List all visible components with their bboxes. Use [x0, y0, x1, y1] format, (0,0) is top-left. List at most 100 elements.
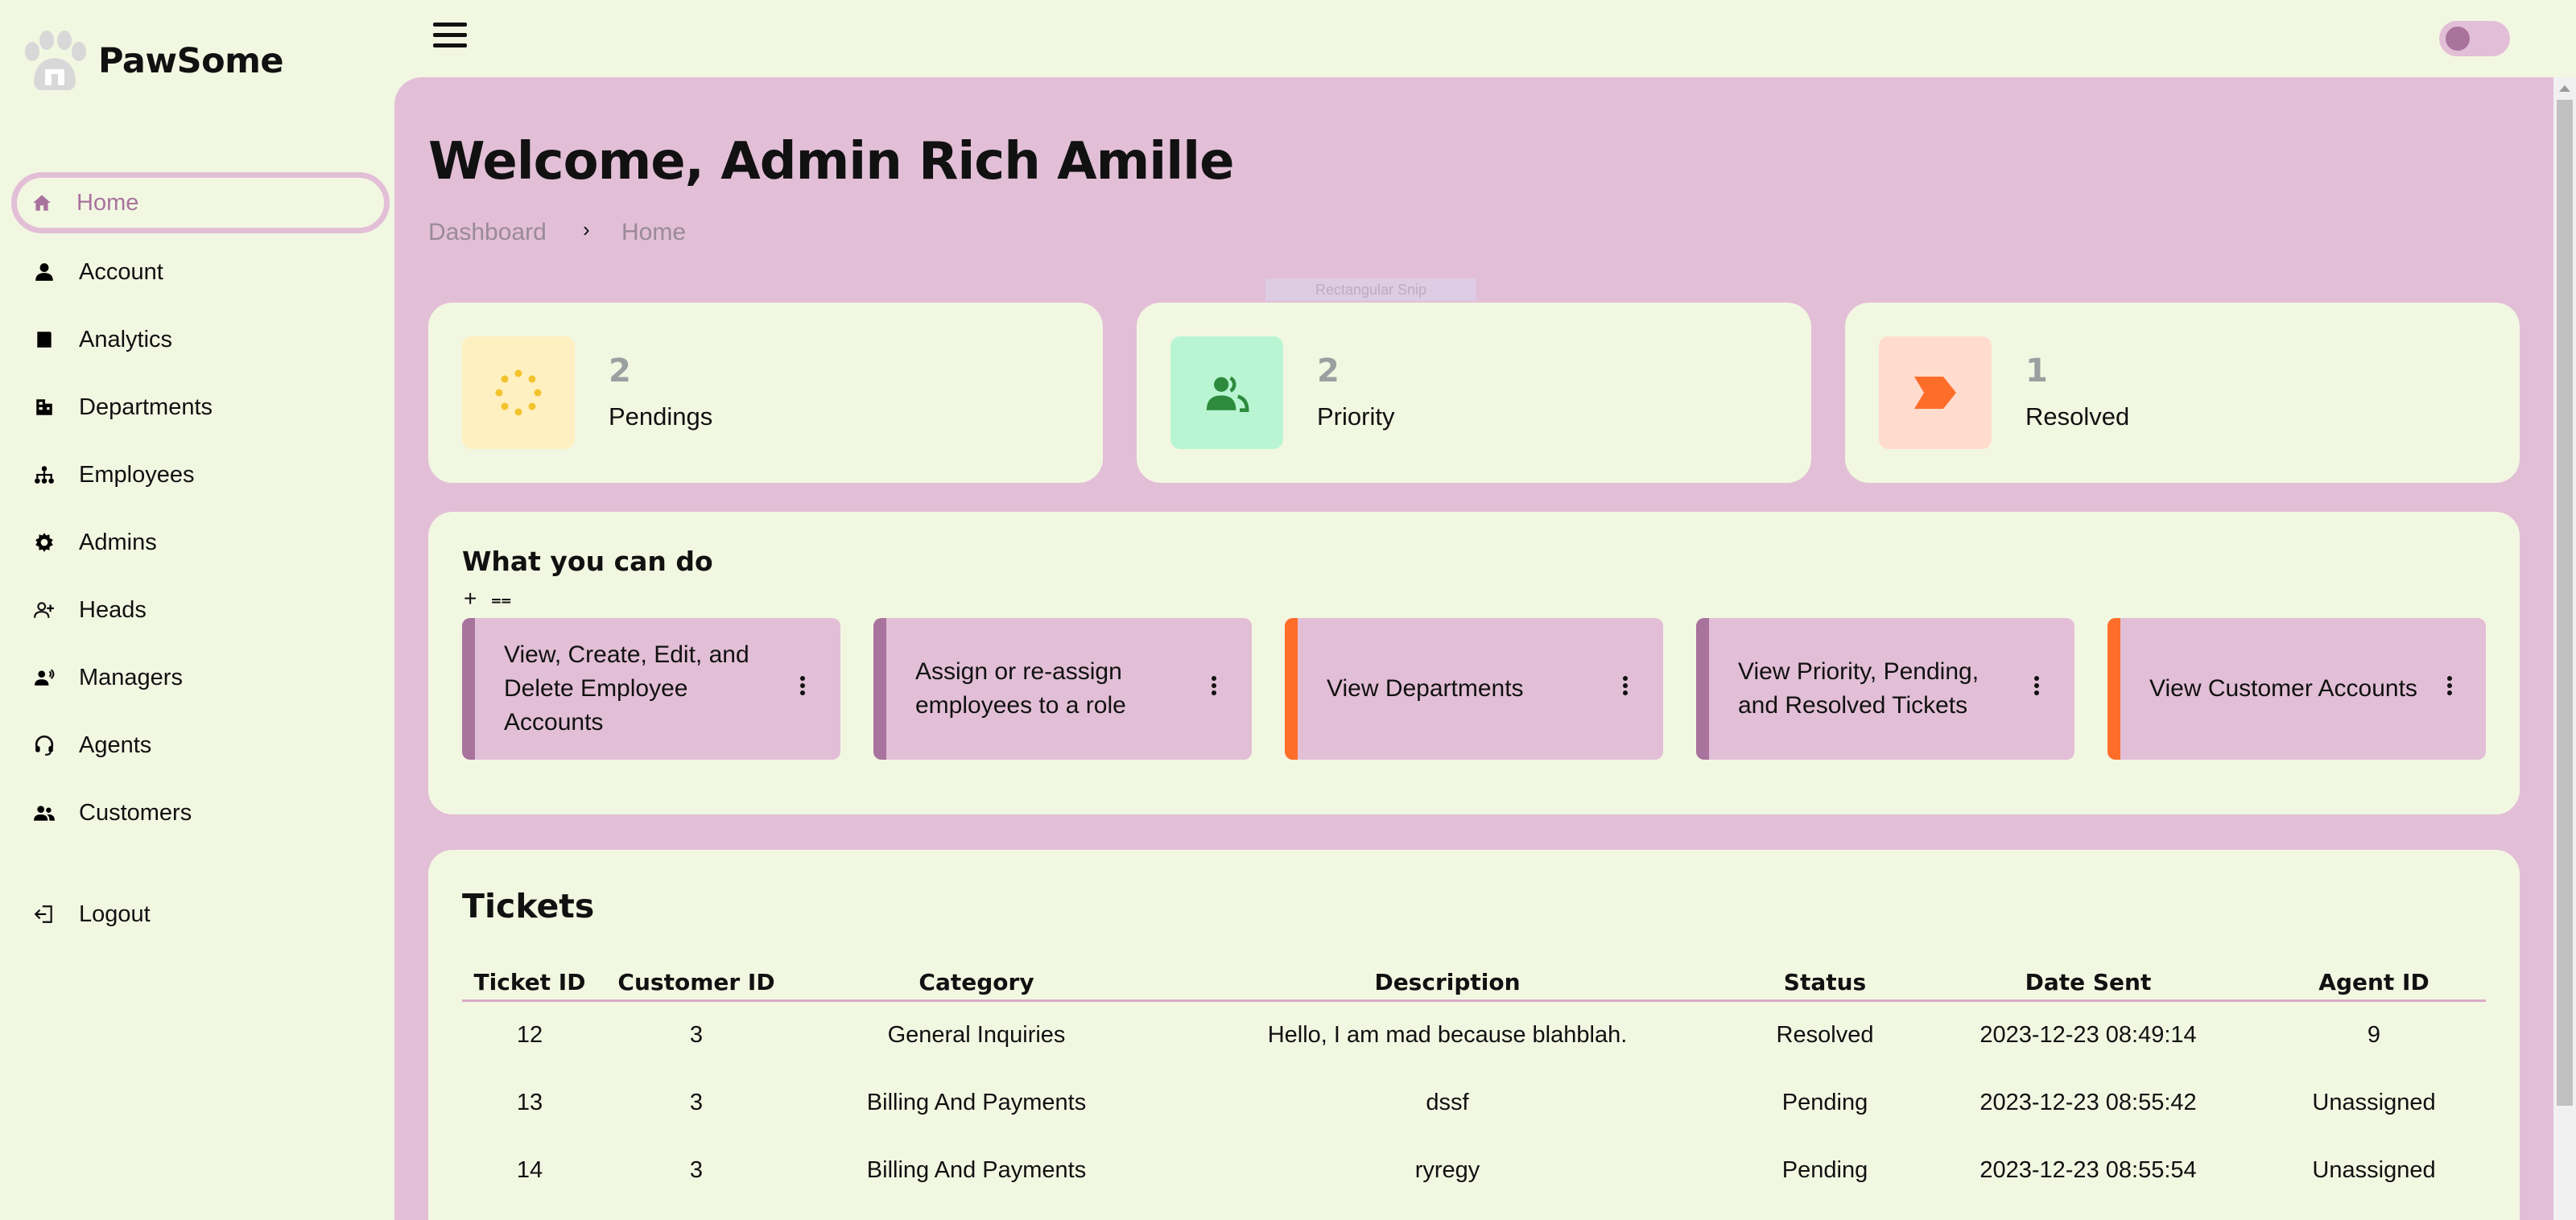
- hamburger-icon: [433, 23, 467, 27]
- action-label: View Priority, Pending, and Resolved Tic…: [1738, 658, 1979, 719]
- scroll-up-icon[interactable]: [2559, 85, 2570, 92]
- sidebar-item-managers[interactable]: Managers: [19, 649, 183, 707]
- add-icon[interactable]: +: [464, 587, 477, 610]
- action-view-departments[interactable]: View Departments: [1285, 618, 1663, 760]
- building-icon: [31, 394, 58, 421]
- stat-card-priority: 2 Priority: [1137, 303, 1811, 483]
- sidebar-item-label: Logout: [79, 901, 151, 927]
- column-header[interactable]: Ticket ID: [474, 969, 586, 995]
- stat-card-pendings: 2 Pendings: [428, 303, 1103, 483]
- sidebar-item-home[interactable]: Home: [11, 172, 390, 233]
- stat-card-resolved: 1 Resolved: [1845, 303, 2520, 483]
- person-add-icon: [31, 596, 58, 624]
- menu-toggle-button[interactable]: [433, 23, 467, 50]
- more-vert-icon[interactable]: [1212, 676, 1216, 698]
- breadcrumb-dashboard[interactable]: Dashboard: [428, 219, 547, 246]
- sidebar-item-analytics[interactable]: Analytics: [19, 311, 172, 369]
- sidebar-item-label: Analytics: [79, 326, 173, 352]
- stat-label: Pendings: [609, 402, 713, 431]
- sidebar-item-heads[interactable]: Heads: [19, 581, 147, 639]
- table-cell: Billing And Payments: [866, 1157, 1087, 1183]
- table-cell: Unassigned: [2312, 1157, 2436, 1183]
- theme-toggle[interactable]: [2439, 21, 2510, 56]
- table-cell: ryregy: [1414, 1157, 1480, 1183]
- people-icon: [1170, 336, 1283, 449]
- action-label: Assign or re-assign employees to a role: [915, 658, 1126, 719]
- sidebar-item-logout[interactable]: Logout: [19, 885, 151, 943]
- table-cell: dssf: [1426, 1090, 1469, 1115]
- table-cell: 13: [516, 1090, 543, 1115]
- sidebar-item-agents[interactable]: Agents: [19, 716, 151, 774]
- table-cell: 3: [689, 1157, 704, 1183]
- action-label: View Departments: [1327, 675, 1524, 702]
- action-assign-roles[interactable]: Assign or re-assign employees to a role: [873, 618, 1252, 760]
- chevron-flag-icon: [1879, 336, 1992, 449]
- logout-icon: [31, 901, 58, 928]
- gear-icon: [31, 529, 58, 556]
- more-vert-icon[interactable]: [800, 676, 805, 698]
- sidebar-item-account[interactable]: Account: [19, 243, 163, 301]
- table-cell: 2023-12-23 08:49:14: [1979, 1022, 2197, 1048]
- people-icon: [31, 799, 58, 826]
- column-header[interactable]: Status: [1784, 969, 1866, 995]
- page-scrollbar[interactable]: [2553, 77, 2576, 1220]
- action-accent: [2107, 618, 2120, 760]
- column-header[interactable]: Agent ID: [2318, 969, 2429, 995]
- more-vert-icon[interactable]: [2447, 676, 2452, 698]
- sidebar-item-employees[interactable]: Employees: [19, 446, 194, 504]
- scrollbar-thumb[interactable]: [2557, 100, 2573, 1106]
- spinner-icon: [462, 336, 575, 449]
- column-header[interactable]: Description: [1374, 969, 1520, 995]
- action-label: View, Create, Edit, and Delete Employee …: [504, 641, 749, 736]
- column-header[interactable]: Customer ID: [617, 969, 774, 995]
- person-voice-icon: [31, 664, 58, 691]
- table-cell: General Inquiries: [887, 1022, 1066, 1048]
- tickets-card: Tickets Ticket ID Customer ID Category D…: [428, 850, 2520, 1220]
- actions-title: What you can do: [462, 546, 713, 577]
- headset-icon: [31, 732, 58, 759]
- sidebar-item-label: Account: [79, 258, 163, 285]
- action-view-tickets[interactable]: View Priority, Pending, and Resolved Tic…: [1696, 618, 2074, 760]
- table-cell: 3: [689, 1090, 704, 1115]
- table-cell: 3: [689, 1022, 704, 1048]
- table-cell: 2023-12-23 08:55:42: [1979, 1090, 2197, 1115]
- column-header[interactable]: Category: [919, 969, 1034, 995]
- more-vert-icon[interactable]: [1623, 676, 1628, 698]
- sidebar-item-label: Home: [76, 189, 139, 216]
- book-icon: [31, 326, 58, 353]
- action-accent: [873, 618, 886, 760]
- stat-label: Priority: [1317, 402, 1395, 431]
- stat-label: Resolved: [2025, 402, 2130, 431]
- sidebar-item-label: Heads: [79, 596, 147, 623]
- brand-name: PawSome: [98, 41, 284, 81]
- sidebar-item-customers[interactable]: Customers: [19, 784, 192, 842]
- breadcrumb-home: Home: [621, 219, 687, 245]
- action-accent: [462, 618, 475, 760]
- home-icon: [28, 189, 56, 216]
- sidebar-item-label: Departments: [79, 394, 213, 420]
- sidebar-item-label: Managers: [79, 664, 183, 690]
- table-cell: 14: [516, 1157, 543, 1183]
- filter-icon[interactable]: ⩵: [491, 591, 511, 608]
- person-icon: [31, 258, 58, 286]
- table-cell: 2023-12-23 08:55:54: [1979, 1157, 2197, 1183]
- brand-logo[interactable]: PawSome: [16, 27, 284, 95]
- stat-value: 2: [609, 352, 631, 389]
- toggle-knob: [2446, 27, 2470, 51]
- sidebar-item-admins[interactable]: Admins: [19, 513, 157, 571]
- column-header[interactable]: Date Sent: [2025, 969, 2152, 995]
- paw-logo-icon: [25, 31, 86, 91]
- more-vert-icon[interactable]: [2034, 676, 2039, 698]
- page-title: Welcome, Admin Rich Amille: [428, 132, 1234, 192]
- tickets-title: Tickets: [462, 887, 595, 925]
- action-accent: [1285, 618, 1298, 760]
- action-view-customers[interactable]: View Customer Accounts: [2107, 618, 2486, 760]
- stat-value: 1: [2025, 352, 2048, 389]
- table-cell: 9: [2367, 1022, 2381, 1048]
- stat-value: 2: [1317, 352, 1340, 389]
- action-manage-employees[interactable]: View, Create, Edit, and Delete Employee …: [462, 618, 840, 760]
- sidebar-item-departments[interactable]: Departments: [19, 378, 213, 436]
- table-cell: 12: [516, 1022, 543, 1048]
- sidebar-item-label: Customers: [79, 799, 192, 826]
- breadcrumb-separator: ›: [583, 217, 590, 241]
